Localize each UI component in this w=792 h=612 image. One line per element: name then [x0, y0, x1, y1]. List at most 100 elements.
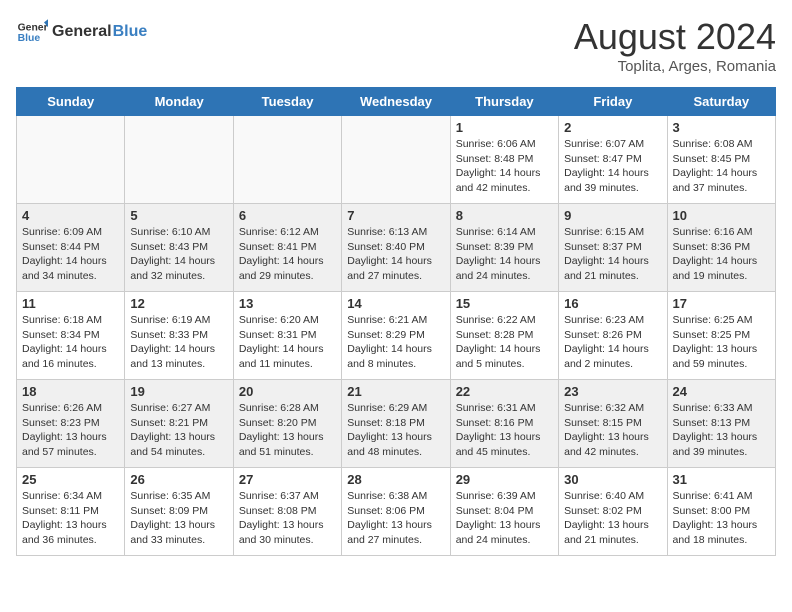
cell-info: Sunrise: 6:14 AMSunset: 8:39 PMDaylight:…: [456, 225, 553, 284]
calendar-cell: 2 Sunrise: 6:07 AMSunset: 8:47 PMDaylight…: [559, 116, 667, 204]
day-number: 12: [130, 296, 227, 311]
calendar-cell: 9 Sunrise: 6:15 AMSunset: 8:37 PMDaylight…: [559, 204, 667, 292]
cell-info: Sunrise: 6:38 AMSunset: 8:06 PMDaylight:…: [347, 489, 444, 548]
logo-icon: General Blue: [16, 16, 48, 48]
weekday-header-tuesday: Tuesday: [233, 88, 341, 116]
cell-info: Sunrise: 6:16 AMSunset: 8:36 PMDaylight:…: [673, 225, 770, 284]
svg-text:Blue: Blue: [18, 33, 41, 44]
cell-info: Sunrise: 6:33 AMSunset: 8:13 PMDaylight:…: [673, 401, 770, 460]
calendar-cell: 5 Sunrise: 6:10 AMSunset: 8:43 PMDaylight…: [125, 204, 233, 292]
day-number: 31: [673, 472, 770, 487]
calendar-cell: 7 Sunrise: 6:13 AMSunset: 8:40 PMDaylight…: [342, 204, 450, 292]
day-number: 24: [673, 384, 770, 399]
cell-info: Sunrise: 6:07 AMSunset: 8:47 PMDaylight:…: [564, 137, 661, 196]
calendar-cell: 29 Sunrise: 6:39 AMSunset: 8:04 PMDayligh…: [450, 468, 558, 556]
cell-info: Sunrise: 6:27 AMSunset: 8:21 PMDaylight:…: [130, 401, 227, 460]
calendar-cell: 14 Sunrise: 6:21 AMSunset: 8:29 PMDayligh…: [342, 292, 450, 380]
calendar-cell: 11 Sunrise: 6:18 AMSunset: 8:34 PMDayligh…: [17, 292, 125, 380]
calendar-cell: 15 Sunrise: 6:22 AMSunset: 8:28 PMDayligh…: [450, 292, 558, 380]
cell-info: Sunrise: 6:10 AMSunset: 8:43 PMDaylight:…: [130, 225, 227, 284]
calendar-table: SundayMondayTuesdayWednesdayThursdayFrid…: [16, 87, 776, 556]
calendar-cell: [125, 116, 233, 204]
calendar-cell: 10 Sunrise: 6:16 AMSunset: 8:36 PMDayligh…: [667, 204, 775, 292]
day-number: 19: [130, 384, 227, 399]
day-number: 29: [456, 472, 553, 487]
logo-general: General: [52, 23, 112, 41]
day-number: 22: [456, 384, 553, 399]
calendar-cell: [17, 116, 125, 204]
calendar-cell: [342, 116, 450, 204]
calendar-cell: 18 Sunrise: 6:26 AMSunset: 8:23 PMDayligh…: [17, 380, 125, 468]
day-number: 28: [347, 472, 444, 487]
weekday-header-friday: Friday: [559, 88, 667, 116]
weekday-header-wednesday: Wednesday: [342, 88, 450, 116]
location: Toplita, Arges, Romania: [574, 58, 776, 75]
cell-info: Sunrise: 6:22 AMSunset: 8:28 PMDaylight:…: [456, 313, 553, 372]
day-number: 10: [673, 208, 770, 223]
cell-info: Sunrise: 6:19 AMSunset: 8:33 PMDaylight:…: [130, 313, 227, 372]
calendar-cell: 3 Sunrise: 6:08 AMSunset: 8:45 PMDaylight…: [667, 116, 775, 204]
day-number: 3: [673, 120, 770, 135]
cell-info: Sunrise: 6:32 AMSunset: 8:15 PMDaylight:…: [564, 401, 661, 460]
day-number: 5: [130, 208, 227, 223]
day-number: 11: [22, 296, 119, 311]
day-number: 9: [564, 208, 661, 223]
cell-info: Sunrise: 6:13 AMSunset: 8:40 PMDaylight:…: [347, 225, 444, 284]
calendar-cell: 17Sunrise: 6:25 AMSunset: 8:25 PMDayligh…: [667, 292, 775, 380]
day-number: 30: [564, 472, 661, 487]
cell-info: Sunrise: 6:41 AMSunset: 8:00 PMDaylight:…: [673, 489, 770, 548]
cell-info: Sunrise: 6:26 AMSunset: 8:23 PMDaylight:…: [22, 401, 119, 460]
calendar-cell: 16Sunrise: 6:23 AMSunset: 8:26 PMDayligh…: [559, 292, 667, 380]
header: General Blue General Blue August 2024 To…: [16, 16, 776, 75]
cell-info: Sunrise: 6:08 AMSunset: 8:45 PMDaylight:…: [673, 137, 770, 196]
day-number: 18: [22, 384, 119, 399]
title-area: August 2024 Toplita, Arges, Romania: [574, 16, 776, 75]
day-number: 16: [564, 296, 661, 311]
day-number: 23: [564, 384, 661, 399]
day-number: 4: [22, 208, 119, 223]
weekday-header-sunday: Sunday: [17, 88, 125, 116]
calendar-cell: 1Sunrise: 6:06 AMSunset: 8:48 PMDaylight…: [450, 116, 558, 204]
cell-info: Sunrise: 6:35 AMSunset: 8:09 PMDaylight:…: [130, 489, 227, 548]
calendar-cell: 25 Sunrise: 6:34 AMSunset: 8:11 PMDayligh…: [17, 468, 125, 556]
weekday-header-saturday: Saturday: [667, 88, 775, 116]
cell-info: Sunrise: 6:21 AMSunset: 8:29 PMDaylight:…: [347, 313, 444, 372]
day-number: 25: [22, 472, 119, 487]
day-number: 26: [130, 472, 227, 487]
calendar-cell: [233, 116, 341, 204]
cell-info: Sunrise: 6:20 AMSunset: 8:31 PMDaylight:…: [239, 313, 336, 372]
logo-blue: Blue: [113, 23, 148, 41]
day-number: 20: [239, 384, 336, 399]
day-number: 6: [239, 208, 336, 223]
logo: General Blue General Blue: [16, 16, 147, 48]
day-number: 2: [564, 120, 661, 135]
weekday-header-thursday: Thursday: [450, 88, 558, 116]
cell-info: Sunrise: 6:29 AMSunset: 8:18 PMDaylight:…: [347, 401, 444, 460]
cell-info: Sunrise: 6:39 AMSunset: 8:04 PMDaylight:…: [456, 489, 553, 548]
cell-info: Sunrise: 6:18 AMSunset: 8:34 PMDaylight:…: [22, 313, 119, 372]
cell-info: Sunrise: 6:34 AMSunset: 8:11 PMDaylight:…: [22, 489, 119, 548]
month-year: August 2024: [574, 16, 776, 58]
calendar-cell: 20 Sunrise: 6:28 AMSunset: 8:20 PMDayligh…: [233, 380, 341, 468]
calendar-cell: 4 Sunrise: 6:09 AMSunset: 8:44 PMDaylight…: [17, 204, 125, 292]
calendar-cell: 12 Sunrise: 6:19 AMSunset: 8:33 PMDayligh…: [125, 292, 233, 380]
calendar-cell: 26 Sunrise: 6:35 AMSunset: 8:09 PMDayligh…: [125, 468, 233, 556]
cell-info: Sunrise: 6:25 AMSunset: 8:25 PMDaylight:…: [673, 313, 770, 372]
cell-info: Sunrise: 6:40 AMSunset: 8:02 PMDaylight:…: [564, 489, 661, 548]
day-number: 7: [347, 208, 444, 223]
calendar-cell: 21Sunrise: 6:29 AMSunset: 8:18 PMDayligh…: [342, 380, 450, 468]
day-number: 27: [239, 472, 336, 487]
cell-info: Sunrise: 6:15 AMSunset: 8:37 PMDaylight:…: [564, 225, 661, 284]
cell-info: Sunrise: 6:28 AMSunset: 8:20 PMDaylight:…: [239, 401, 336, 460]
day-number: 13: [239, 296, 336, 311]
calendar-cell: 22Sunrise: 6:31 AMSunset: 8:16 PMDayligh…: [450, 380, 558, 468]
calendar-cell: 19 Sunrise: 6:27 AMSunset: 8:21 PMDayligh…: [125, 380, 233, 468]
calendar-cell: 24 Sunrise: 6:33 AMSunset: 8:13 PMDayligh…: [667, 380, 775, 468]
day-number: 8: [456, 208, 553, 223]
cell-info: Sunrise: 6:09 AMSunset: 8:44 PMDaylight:…: [22, 225, 119, 284]
day-number: 15: [456, 296, 553, 311]
calendar-cell: 6Sunrise: 6:12 AMSunset: 8:41 PMDaylight…: [233, 204, 341, 292]
cell-info: Sunrise: 6:06 AMSunset: 8:48 PMDaylight:…: [456, 137, 553, 196]
calendar-cell: 23 Sunrise: 6:32 AMSunset: 8:15 PMDayligh…: [559, 380, 667, 468]
day-number: 14: [347, 296, 444, 311]
